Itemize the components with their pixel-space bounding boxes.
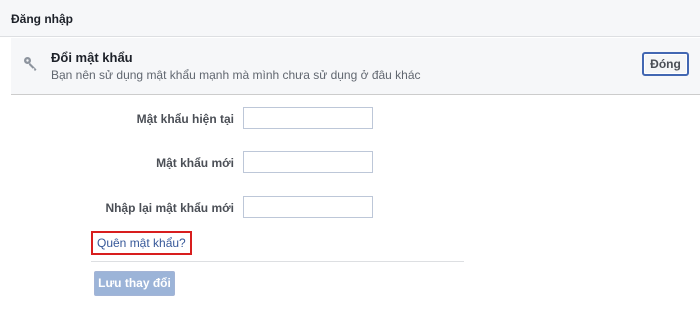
- change-password-section-header: Đổi mật khẩu Bạn nên sử dụng mật khẩu mạ…: [11, 38, 700, 95]
- change-password-page: Đăng nhập Đổi mật khẩu Bạn nên sử dụng m…: [0, 0, 700, 313]
- header-title: Đăng nhập: [11, 12, 73, 26]
- current-password-input[interactable]: [243, 107, 373, 129]
- forgot-password-link[interactable]: Quên mật khẩu?: [91, 231, 192, 255]
- close-button[interactable]: Đóng: [642, 52, 689, 76]
- section-title: Đổi mật khẩu: [51, 50, 133, 65]
- current-password-label: Mật khẩu hiện tại: [136, 112, 234, 126]
- key-icon: [24, 57, 37, 71]
- top-header: Đăng nhập: [0, 0, 700, 37]
- confirm-password-label: Nhập lại mật khẩu mới: [105, 201, 234, 215]
- new-password-label: Mật khẩu mới: [156, 156, 234, 170]
- new-password-input[interactable]: [243, 151, 373, 173]
- save-changes-button[interactable]: Lưu thay đổi: [94, 271, 175, 296]
- form-divider: [91, 261, 464, 262]
- section-subtitle: Bạn nên sử dụng mật khẩu mạnh mà mình ch…: [51, 68, 421, 82]
- confirm-password-input[interactable]: [243, 196, 373, 218]
